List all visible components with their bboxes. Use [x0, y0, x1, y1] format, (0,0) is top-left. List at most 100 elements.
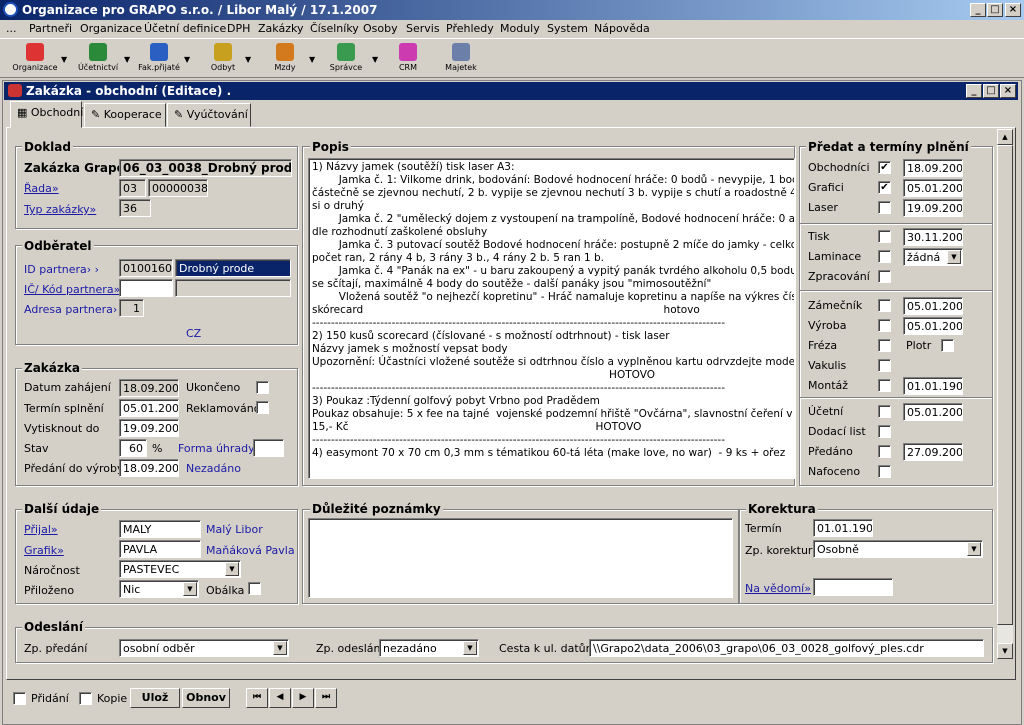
- menu-moduly[interactable]: Moduly: [500, 21, 540, 36]
- prijal-input[interactable]: MALY: [119, 520, 201, 538]
- ic-kod-partnera-link[interactable]: IČ/ Kód partnera»: [24, 283, 120, 296]
- grafik-input[interactable]: PAVLA: [119, 540, 201, 558]
- predat-row-checkbox[interactable]: [878, 299, 891, 312]
- partner-name-input[interactable]: Drobný prode: [175, 259, 291, 277]
- obalka-checkbox[interactable]: [248, 582, 261, 595]
- toolbar-spravce-button[interactable]: Správce: [321, 41, 371, 77]
- predat-row-date[interactable]: 27.09.2006: [903, 443, 963, 461]
- zp-odeslani-select[interactable]: nezadáno ▼: [379, 639, 479, 657]
- predat-row-checkbox[interactable]: [878, 319, 891, 332]
- menu-zakazky[interactable]: Zakázky: [258, 21, 303, 36]
- menu-system[interactable]: System: [547, 21, 588, 36]
- minimize-button[interactable]: _: [970, 3, 986, 17]
- typ-zakazky-link[interactable]: Typ zakázky»: [24, 203, 96, 216]
- predat-row-date[interactable]: 19.09.2006: [903, 199, 963, 217]
- predat-row-checkbox[interactable]: [878, 339, 891, 352]
- zp-korektury-select[interactable]: Osobně ▼: [813, 540, 983, 558]
- predat-row-checkbox[interactable]: [878, 230, 891, 243]
- predat-row-checkbox[interactable]: ✔: [878, 181, 891, 194]
- menu-ucetni-definice[interactable]: Účetní definice: [144, 21, 226, 36]
- forma-uhrady-input[interactable]: [253, 439, 284, 457]
- toolbar-ucetnictvi-button[interactable]: Účetnictví: [73, 41, 123, 77]
- kopie-checkbox[interactable]: [79, 692, 92, 705]
- predat-row-checkbox[interactable]: [878, 359, 891, 372]
- poznamky-textarea[interactable]: [308, 518, 733, 598]
- next-record-icon[interactable]: ▶: [292, 688, 314, 708]
- toolbar-majetek-button[interactable]: Majetek: [436, 41, 486, 77]
- predat-row-checkbox[interactable]: [878, 465, 891, 478]
- id-partnera-input[interactable]: 01001601: [119, 259, 173, 277]
- adresa-partnera-link[interactable]: Adresa partnera› ›: [24, 303, 125, 316]
- scroll-thumb[interactable]: [997, 145, 1013, 625]
- predat-row-date[interactable]: 05.01.2007: [903, 317, 963, 335]
- laminace-select[interactable]: žádná ▼: [903, 248, 963, 266]
- predat-row-checkbox[interactable]: [878, 445, 891, 458]
- toolbar-mzdy-button[interactable]: Mzdy: [260, 41, 310, 77]
- predat-row-checkbox[interactable]: [878, 379, 891, 392]
- toolbar-fak-prijate-button[interactable]: Fak.přijaté: [134, 41, 184, 77]
- tab-kooperace[interactable]: ✎ Kooperace: [84, 103, 166, 127]
- tab-vyuctovani[interactable]: ✎ Vyúčtování: [167, 103, 251, 127]
- ic-input[interactable]: [119, 279, 173, 297]
- toolbar-organizace-button[interactable]: Organizace: [10, 41, 60, 77]
- ukonceno-checkbox[interactable]: [256, 381, 269, 394]
- uloz-button[interactable]: Ulož: [130, 688, 180, 708]
- child-close-button[interactable]: ×: [1000, 84, 1016, 98]
- predat-row-checkbox[interactable]: [878, 270, 891, 283]
- first-record-icon[interactable]: ⏮: [246, 688, 268, 708]
- toolbar-fak-dropdown-icon[interactable]: ▼: [184, 55, 190, 64]
- last-record-icon[interactable]: ⏭: [315, 688, 337, 708]
- popis-textarea[interactable]: 1) Názvy jamek (soutěží) tisk laser A3: …: [308, 158, 795, 479]
- predat-row-checkbox[interactable]: ✔: [878, 161, 891, 174]
- cesta-input[interactable]: \\Grapo2\data_2006\03_grapo\06_03_0028_g…: [589, 639, 984, 657]
- narocnost-select[interactable]: PASTEVEC ▼: [119, 560, 241, 578]
- predat-row-date[interactable]: 30.11.2006: [903, 228, 963, 246]
- na-vedomi-input[interactable]: [813, 578, 893, 596]
- vytisknout-do-input[interactable]: 19.09.2006: [119, 419, 179, 437]
- toolbar-odbyt-dropdown-icon[interactable]: ▼: [245, 55, 251, 64]
- forma-uhrady-link[interactable]: Forma úhrady»: [178, 442, 261, 455]
- prijal-link[interactable]: Přijal»: [24, 523, 58, 536]
- toolbar-organizace-dropdown-icon[interactable]: ▼: [61, 55, 67, 64]
- predani-do-vyroby-input[interactable]: 18.09.2006: [119, 459, 179, 477]
- plotr-checkbox[interactable]: [941, 339, 954, 352]
- menu-servis[interactable]: Servis: [406, 21, 440, 36]
- scroll-up-icon[interactable]: ▲: [997, 129, 1013, 145]
- prev-record-icon[interactable]: ◀: [269, 688, 291, 708]
- menu-osoby[interactable]: Osoby: [363, 21, 398, 36]
- predat-row-date[interactable]: 05.01.2007: [903, 403, 963, 421]
- toolbar-spravce-dropdown-icon[interactable]: ▼: [372, 55, 378, 64]
- toolbar-ucetnictvi-dropdown-icon[interactable]: ▼: [124, 55, 130, 64]
- predat-row-date[interactable]: 18.09.2006: [903, 159, 963, 177]
- toolbar-odbyt-button[interactable]: Odbyt: [198, 41, 248, 77]
- obnov-button[interactable]: Obnov: [182, 688, 230, 708]
- panel-scrollbar[interactable]: ▲ ▼: [997, 129, 1013, 659]
- reklamovano-checkbox[interactable]: [256, 401, 269, 414]
- scroll-down-icon[interactable]: ▼: [997, 643, 1013, 659]
- prilozeno-select[interactable]: Nic ▼: [119, 580, 199, 598]
- maximize-button[interactable]: □: [987, 3, 1003, 17]
- predat-row-checkbox[interactable]: [878, 201, 891, 214]
- toolbar-crm-button[interactable]: CRM: [383, 41, 433, 77]
- termin-splneni-input[interactable]: 05.01.2007: [119, 399, 179, 417]
- id-partnera-link[interactable]: ID partnera› ›: [24, 263, 99, 276]
- menu-partneri[interactable]: Partneři: [29, 21, 72, 36]
- menu-dph[interactable]: DPH: [227, 21, 250, 36]
- child-maximize-button[interactable]: □: [983, 84, 999, 98]
- stav-input[interactable]: 60: [119, 439, 147, 457]
- menu-ciselniky[interactable]: Číselníky: [310, 21, 359, 36]
- predat-row-date[interactable]: 05.01.2007: [903, 297, 963, 315]
- korektura-termin-input[interactable]: 01.01.1901: [813, 519, 873, 537]
- menu-napoveda[interactable]: Nápověda: [594, 21, 650, 36]
- close-button[interactable]: ×: [1005, 3, 1021, 17]
- tab-obchodni[interactable]: ▦ Obchodní: [10, 101, 83, 128]
- toolbar-mzdy-dropdown-icon[interactable]: ▼: [309, 55, 315, 64]
- predat-row-checkbox[interactable]: [878, 250, 891, 263]
- pridani-checkbox[interactable]: [13, 692, 26, 705]
- child-minimize-button[interactable]: _: [966, 84, 982, 98]
- menu-organizace[interactable]: Organizace: [80, 21, 142, 36]
- predat-row-checkbox[interactable]: [878, 405, 891, 418]
- menu-prehledy[interactable]: Přehledy: [446, 21, 494, 36]
- predat-row-date[interactable]: 05.01.2007: [903, 179, 963, 197]
- rada-link[interactable]: Řada»: [24, 182, 59, 195]
